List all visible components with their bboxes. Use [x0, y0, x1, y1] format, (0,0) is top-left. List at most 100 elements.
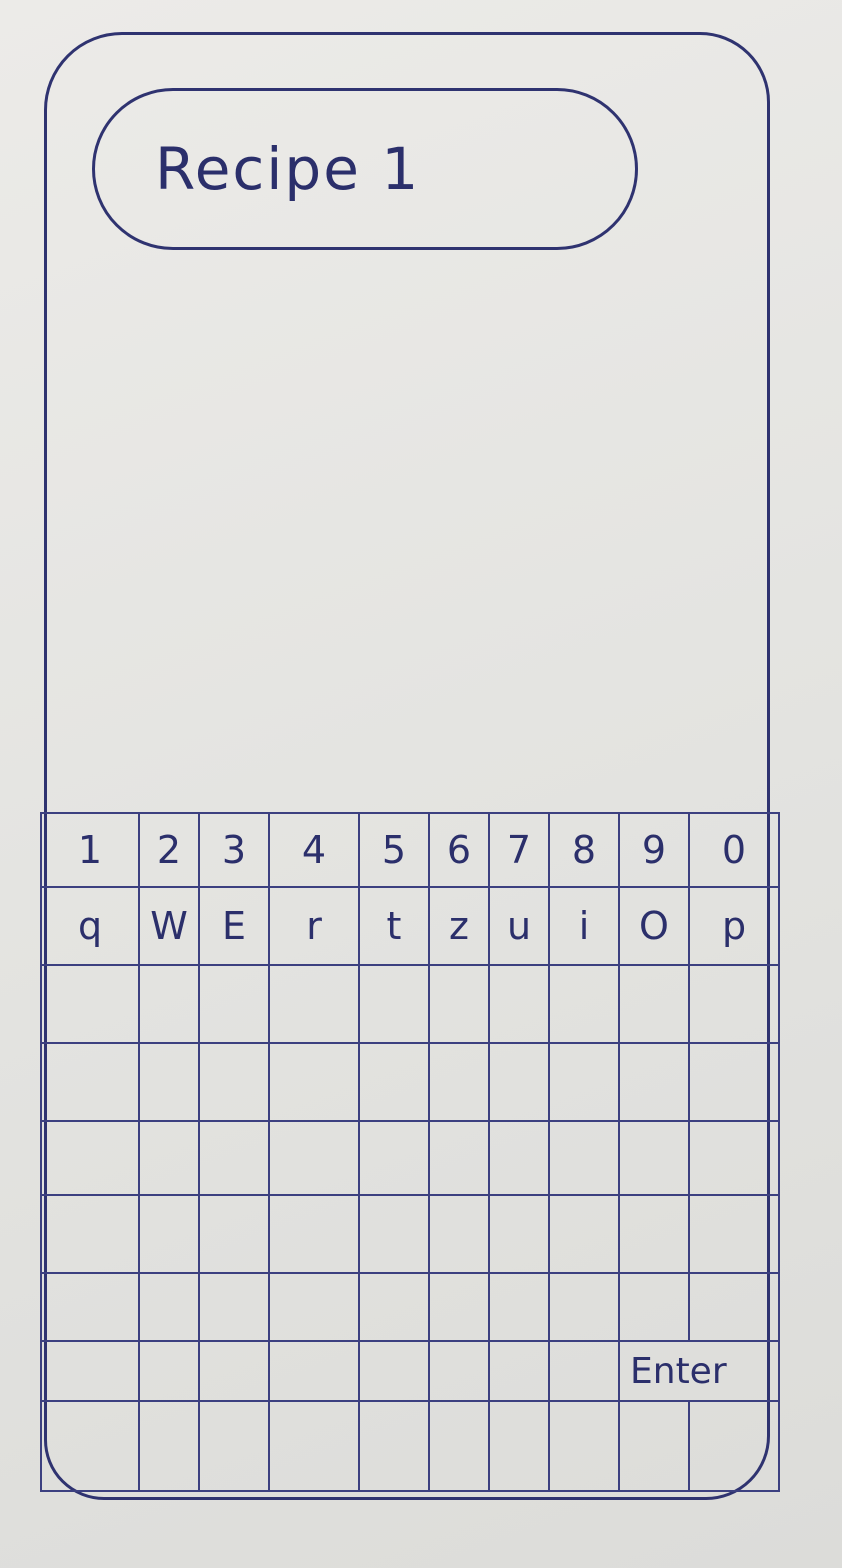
key-blank[interactable]: [430, 1402, 490, 1492]
key-blank[interactable]: [550, 1274, 620, 1342]
title-bar[interactable]: Recipe 1: [92, 88, 638, 250]
key-p[interactable]: p: [690, 888, 780, 966]
key-1[interactable]: 1: [40, 812, 140, 888]
key-e[interactable]: E: [200, 888, 270, 966]
key-blank[interactable]: [200, 1274, 270, 1342]
keyboard-row-blank: [40, 1274, 810, 1342]
key-blank[interactable]: [40, 1402, 140, 1492]
key-blank[interactable]: [430, 1196, 490, 1274]
key-blank[interactable]: [40, 966, 140, 1044]
key-blank[interactable]: [620, 966, 690, 1044]
key-blank[interactable]: [550, 1402, 620, 1492]
key-0[interactable]: 0: [690, 812, 780, 888]
key-blank[interactable]: [200, 1196, 270, 1274]
key-2[interactable]: 2: [140, 812, 200, 888]
key-blank[interactable]: [490, 1196, 550, 1274]
key-blank[interactable]: [550, 1342, 620, 1402]
key-t[interactable]: t: [360, 888, 430, 966]
key-blank[interactable]: [140, 966, 200, 1044]
key-3[interactable]: 3: [200, 812, 270, 888]
keyboard-row-blank: [40, 1044, 810, 1122]
key-blank[interactable]: [200, 1122, 270, 1196]
key-blank[interactable]: [620, 1044, 690, 1122]
key-blank[interactable]: [270, 1196, 360, 1274]
keyboard-row-bottom: [40, 1402, 810, 1492]
key-blank[interactable]: [200, 1044, 270, 1122]
key-o[interactable]: O: [620, 888, 690, 966]
key-blank[interactable]: [200, 1342, 270, 1402]
key-blank[interactable]: [430, 1044, 490, 1122]
key-blank[interactable]: [360, 1342, 430, 1402]
key-blank[interactable]: [690, 966, 780, 1044]
key-blank[interactable]: [690, 1274, 780, 1342]
key-8[interactable]: 8: [550, 812, 620, 888]
key-blank[interactable]: [550, 966, 620, 1044]
key-blank[interactable]: [270, 1342, 360, 1402]
key-blank[interactable]: [40, 1274, 140, 1342]
key-blank[interactable]: [270, 966, 360, 1044]
key-blank[interactable]: [270, 1402, 360, 1492]
key-blank[interactable]: [140, 1402, 200, 1492]
key-blank[interactable]: [270, 1122, 360, 1196]
key-blank[interactable]: [620, 1196, 690, 1274]
key-blank[interactable]: [140, 1196, 200, 1274]
key-blank[interactable]: [430, 1122, 490, 1196]
key-blank[interactable]: [140, 1342, 200, 1402]
key-blank[interactable]: [360, 1122, 430, 1196]
key-blank[interactable]: [620, 1274, 690, 1342]
key-blank[interactable]: [40, 1122, 140, 1196]
key-blank[interactable]: [200, 1402, 270, 1492]
key-blank[interactable]: [270, 1044, 360, 1122]
key-blank[interactable]: [620, 1122, 690, 1196]
key-blank[interactable]: [270, 1274, 360, 1342]
key-blank[interactable]: [360, 1044, 430, 1122]
key-blank[interactable]: [140, 1122, 200, 1196]
key-9[interactable]: 9: [620, 812, 690, 888]
key-w[interactable]: W: [140, 888, 200, 966]
key-q[interactable]: q: [40, 888, 140, 966]
key-i[interactable]: i: [550, 888, 620, 966]
key-z[interactable]: z: [430, 888, 490, 966]
key-blank[interactable]: [360, 1402, 430, 1492]
key-blank[interactable]: [550, 1122, 620, 1196]
key-blank[interactable]: [690, 1122, 780, 1196]
key-blank[interactable]: [490, 1402, 550, 1492]
key-blank[interactable]: [430, 1342, 490, 1402]
key-blank[interactable]: [690, 1402, 780, 1492]
key-blank[interactable]: [40, 1342, 140, 1402]
key-blank[interactable]: [690, 1044, 780, 1122]
key-6[interactable]: 6: [430, 812, 490, 888]
key-blank[interactable]: [40, 1196, 140, 1274]
key-blank[interactable]: [360, 1196, 430, 1274]
key-blank[interactable]: [200, 966, 270, 1044]
key-blank[interactable]: [490, 966, 550, 1044]
key-blank[interactable]: [140, 1274, 200, 1342]
keyboard-row-letters: q W E r t z u i O p: [40, 888, 810, 966]
key-r[interactable]: r: [270, 888, 360, 966]
key-blank[interactable]: [490, 1342, 550, 1402]
keyboard-grid: 1 2 3 4 5 6 7 8 9 0 q W E r t z u i O p: [40, 812, 810, 1502]
key-blank[interactable]: [490, 1044, 550, 1122]
key-blank[interactable]: [40, 1044, 140, 1122]
key-5[interactable]: 5: [360, 812, 430, 888]
key-blank[interactable]: [550, 1044, 620, 1122]
key-u[interactable]: u: [490, 888, 550, 966]
key-7[interactable]: 7: [490, 812, 550, 888]
key-blank[interactable]: [140, 1044, 200, 1122]
key-blank[interactable]: [430, 1274, 490, 1342]
key-blank[interactable]: [490, 1122, 550, 1196]
keyboard-row-blank: [40, 1122, 810, 1196]
key-blank[interactable]: [490, 1274, 550, 1342]
key-blank[interactable]: [690, 1196, 780, 1274]
enter-key[interactable]: Enter: [620, 1342, 780, 1402]
keyboard-row-blank: [40, 1196, 810, 1274]
keyboard-row-blank: [40, 966, 810, 1044]
key-blank[interactable]: [430, 966, 490, 1044]
keyboard-row-numbers: 1 2 3 4 5 6 7 8 9 0: [40, 812, 810, 888]
key-blank[interactable]: [360, 1274, 430, 1342]
keyboard-row-enter: Enter: [40, 1342, 810, 1402]
key-blank[interactable]: [360, 966, 430, 1044]
key-blank[interactable]: [550, 1196, 620, 1274]
key-4[interactable]: 4: [270, 812, 360, 888]
key-blank[interactable]: [620, 1402, 690, 1492]
